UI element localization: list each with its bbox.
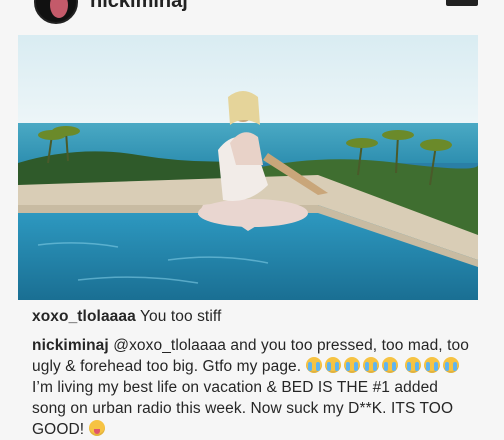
crying-laughing-emoji-icon	[324, 357, 341, 373]
tongue-wink-emoji-icon	[88, 420, 105, 436]
post-header: nickiminaj	[0, 0, 504, 26]
crying-laughing-emoji-icon	[443, 357, 460, 373]
avatar[interactable]	[34, 0, 78, 24]
more-options-button[interactable]	[446, 0, 478, 6]
comment-item: nickiminaj @xoxo_tlolaaaa and you too pr…	[32, 335, 472, 440]
avatar-face-icon	[50, 0, 68, 18]
comment-item: xoxo_tlolaaaa You too stiff	[32, 306, 472, 327]
crying-laughing-emoji-icon	[381, 357, 398, 373]
crying-laughing-emoji-icon	[362, 357, 379, 373]
crying-laughing-emoji-icon	[424, 357, 441, 373]
comment-username[interactable]: xoxo_tlolaaaa	[32, 308, 136, 325]
beach-pool-photo-icon	[18, 35, 478, 300]
comment-text: You too stiff	[139, 308, 222, 325]
crying-laughing-emoji-icon	[343, 357, 360, 373]
crying-laughing-emoji-run	[305, 357, 462, 375]
header-username[interactable]: nickiminaj	[90, 0, 188, 13]
post-photo[interactable]	[18, 35, 478, 300]
crying-laughing-emoji-icon	[405, 357, 422, 373]
crying-laughing-emoji-icon	[305, 357, 322, 373]
comment-username[interactable]: nickiminaj	[32, 337, 109, 354]
